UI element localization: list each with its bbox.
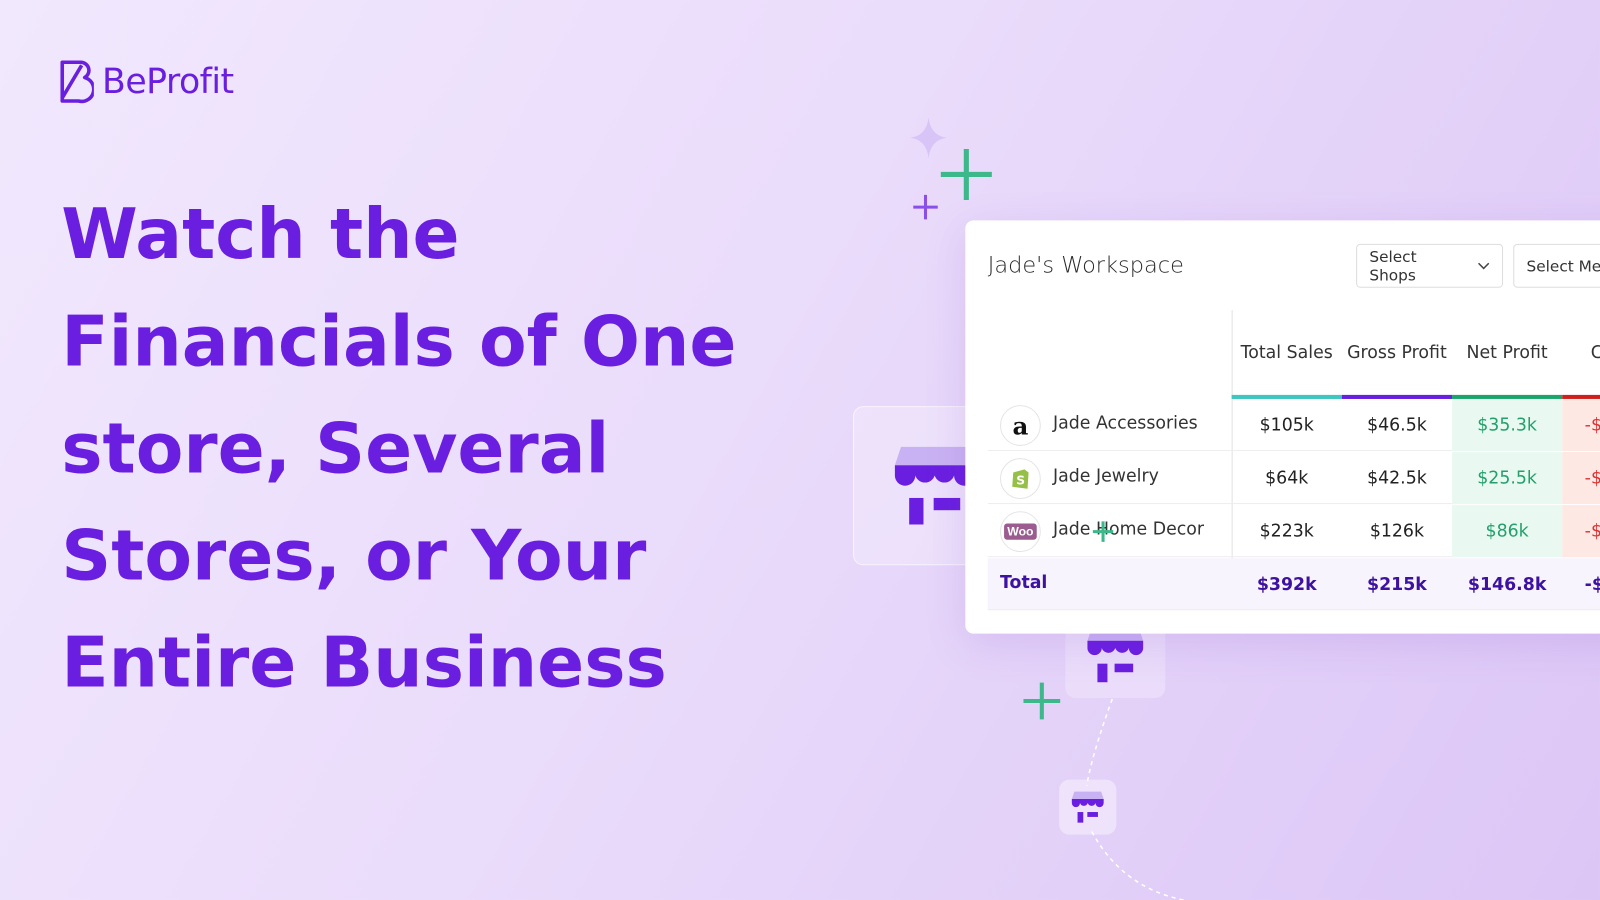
table-row[interactable]: S Jade Jewelry $64k $42.5k $25.5k -$ [987, 452, 1600, 505]
total-sales-cell: $392k [1256, 573, 1317, 595]
beprofit-logo-icon [60, 60, 94, 104]
store-tile [1059, 779, 1117, 835]
svg-text:S: S [1016, 474, 1025, 488]
column-header[interactable]: Gross Profit [1342, 343, 1452, 363]
total-sales-cell: $223k [1259, 520, 1314, 542]
store-icon [1087, 627, 1144, 683]
column-header[interactable]: Total Sales [1232, 343, 1342, 363]
shopify-icon: S [999, 458, 1041, 499]
cost-cell: -$ [1562, 505, 1600, 558]
net-profit-cell: $146.8k [1467, 573, 1547, 595]
column-header[interactable]: Net Profit [1452, 343, 1562, 363]
column-header[interactable]: C [1562, 343, 1600, 363]
beprofit-logo: BeProfit [59, 59, 234, 104]
headline: Watch the Financials of One store, Sever… [61, 182, 775, 718]
cost-cell: -$ [1562, 398, 1600, 452]
amazon-icon: a [999, 405, 1041, 446]
net-profit-cell: $86k [1452, 505, 1563, 558]
net-profit-cell: $35.3k [1452, 398, 1563, 452]
plus-icon [1092, 521, 1114, 542]
select-metrics-label: Select Me [1526, 256, 1600, 275]
select-metrics-dropdown[interactable]: Select Me [1513, 243, 1600, 288]
table-row[interactable]: a Jade Accessories $105k $46.5k $35.3k -… [987, 398, 1600, 452]
gross-profit-cell: $42.5k [1367, 467, 1427, 489]
store-icon [894, 446, 975, 525]
chevron-down-icon [1478, 262, 1490, 269]
headline-line: Financials of One [61, 302, 737, 383]
plus-icon [913, 194, 938, 220]
total-row: Total $392k $215k $146.8k -$ [987, 558, 1600, 611]
workspace-card: Jade's Workspace Select Shops Select Me … [965, 220, 1600, 634]
gross-profit-cell: $215k [1367, 573, 1427, 595]
cost-cell: -$ [1584, 573, 1600, 595]
net-profit-cell: $25.5k [1452, 452, 1563, 505]
total-sales-cell: $105k [1259, 414, 1314, 436]
headline-line: Entire Business [61, 623, 667, 705]
select-shops-dropdown[interactable]: Select Shops [1356, 243, 1504, 288]
brand-name: BeProfit [102, 61, 234, 103]
shop-name: Jade Jewelry [1053, 466, 1159, 487]
gross-profit-cell: $46.5k [1367, 414, 1427, 436]
store-icon [1071, 791, 1104, 823]
gross-profit-cell: $126k [1369, 520, 1425, 542]
table-row[interactable]: Woo Jade Home Decor $223k $126k $86k -$ [987, 505, 1600, 558]
promo-banner: BeProfit Watch the Financials of One sto… [0, 0, 1600, 900]
headline-line: Stores, or Your [61, 516, 647, 597]
woocommerce-icon: Woo [999, 511, 1041, 553]
total-label: Total [999, 572, 1048, 593]
plus-icon [940, 148, 992, 200]
plus-icon [1023, 682, 1061, 720]
select-shops-label: Select Shops [1369, 247, 1417, 285]
shop-name: Jade Accessories [1053, 413, 1198, 434]
cost-cell: -$ [1562, 452, 1600, 505]
total-sales-cell: $64k [1265, 467, 1309, 489]
headline-line: store, Several [61, 409, 610, 490]
workspace-title: Jade's Workspace [987, 253, 1184, 279]
shop-name: Jade Home Decor [1053, 519, 1205, 540]
headline-line: Watch the [61, 194, 460, 276]
